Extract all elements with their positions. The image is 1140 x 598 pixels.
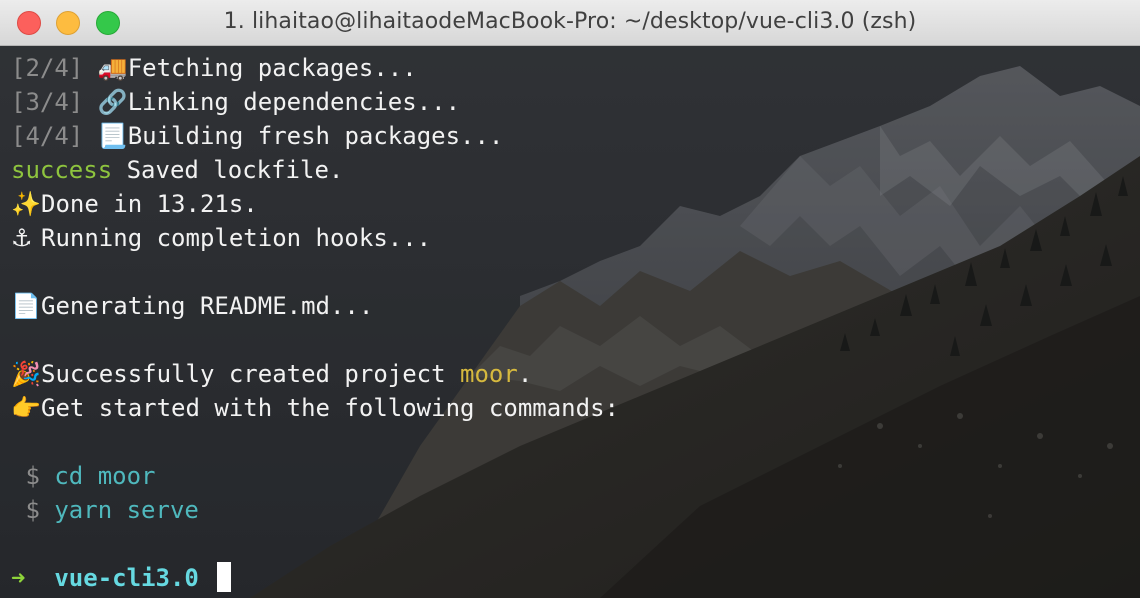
output-line-building: [4/4] 📃Building fresh packages...: [11, 119, 1131, 153]
output-line-hooks: ⚓ Running completion hooks...: [11, 221, 1131, 255]
readme-text: Generating README.md...: [41, 292, 374, 320]
prompt-arrow-icon: ➜: [11, 564, 26, 592]
step-counter: [4/4]: [11, 122, 84, 150]
project-name: moor: [460, 360, 518, 388]
terminal-window: 1. lihaitao@lihaitaodeMacBook-Pro: ~/des…: [0, 0, 1140, 598]
success-text: Saved lockfile.: [126, 156, 344, 184]
command-text: cd moor: [54, 462, 156, 490]
pointing-hand-icon: 👉: [11, 394, 41, 422]
success-label: success: [11, 156, 113, 184]
started-text: Get started with the following commands:: [41, 394, 619, 422]
title-bar[interactable]: 1. lihaitao@lihaitaodeMacBook-Pro: ~/des…: [0, 0, 1140, 46]
sparkles-icon: ✨: [11, 190, 41, 218]
created-suffix: .: [517, 360, 533, 388]
terminal-pane[interactable]: [2/4] 🚚Fetching packages... [3/4] 🔗Linki…: [0, 46, 1140, 598]
step-text: Linking dependencies...: [127, 88, 461, 116]
text-cursor[interactable]: [217, 562, 232, 592]
shell-dollar: $: [25, 462, 40, 490]
link-icon: 🔗: [97, 88, 128, 116]
page-icon: 📃: [97, 122, 128, 150]
step-text: Fetching packages...: [127, 54, 417, 82]
command-line-cd: $ cd moor: [11, 459, 1131, 493]
output-line-started: 👉Get started with the following commands…: [11, 391, 1131, 425]
shell-dollar: $: [25, 496, 40, 524]
output-line-readme: 📄Generating README.md...: [11, 289, 1131, 323]
output-line-success: success Saved lockfile.: [11, 153, 1131, 187]
output-line-fetching: [2/4] 🚚Fetching packages...: [11, 51, 1131, 85]
step-counter: [3/4]: [11, 88, 84, 116]
hooks-text: Running completion hooks...: [41, 224, 432, 252]
command-line-serve: $ yarn serve: [11, 493, 1131, 527]
window-title: 1. lihaitao@lihaitaodeMacBook-Pro: ~/des…: [223, 9, 917, 34]
step-counter: [2/4]: [11, 54, 84, 82]
created-prefix: Successfully created project: [41, 360, 461, 388]
terminal-output: [2/4] 🚚Fetching packages... [3/4] 🔗Linki…: [11, 51, 1131, 595]
command-text: yarn serve: [54, 496, 199, 524]
output-line-linking: [3/4] 🔗Linking dependencies...: [11, 85, 1131, 119]
done-text: Done in 13.21s.: [41, 190, 258, 218]
prompt-directory: vue-cli3.0: [54, 564, 199, 592]
party-popper-icon: 🎉: [11, 360, 41, 388]
anchor-icon: ⚓: [11, 224, 33, 252]
step-text: Building fresh packages...: [127, 122, 504, 150]
truck-icon: 🚚: [97, 54, 128, 82]
output-line-created: 🎉Successfully created project moor.: [11, 357, 1131, 391]
output-line-done: ✨Done in 13.21s.: [11, 187, 1131, 221]
document-icon: 📄: [11, 292, 41, 320]
prompt-line[interactable]: ➜ vue-cli3.0: [11, 561, 1131, 595]
